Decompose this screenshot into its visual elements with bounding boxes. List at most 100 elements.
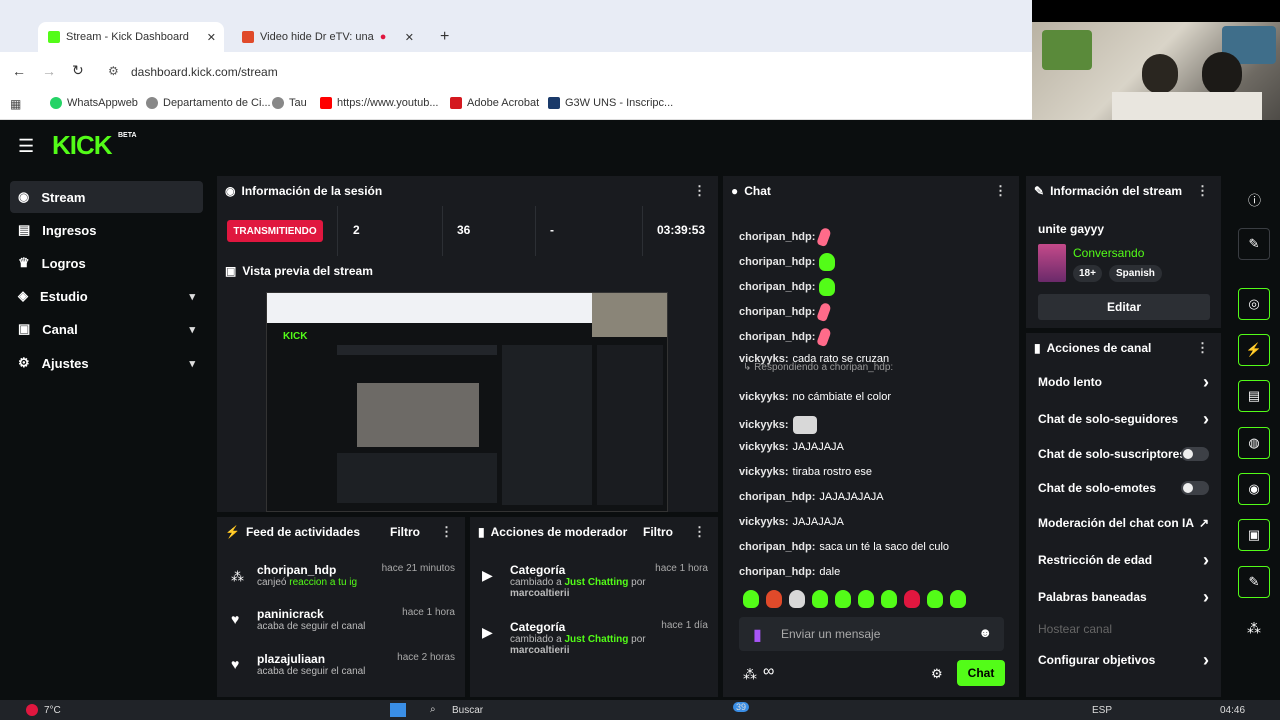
- emote-icon[interactable]: [927, 590, 943, 608]
- windows-start-icon[interactable]: [390, 703, 406, 717]
- sidebar-item-logros[interactable]: ♛ Logros: [10, 247, 203, 279]
- chat-username[interactable]: vickyyks:: [739, 419, 789, 431]
- reload-icon[interactable]: ↻: [72, 62, 84, 79]
- weather-temp[interactable]: 7°C: [44, 705, 61, 716]
- site-info-icon[interactable]: ⚙: [108, 64, 119, 78]
- emote-icon[interactable]: [858, 590, 874, 608]
- points-icon[interactable]: ⁂: [1247, 620, 1261, 637]
- apps-grid-icon[interactable]: ▦: [10, 97, 21, 111]
- back-icon[interactable]: ←: [12, 63, 26, 79]
- tab-video[interactable]: Video hide Dr eTV: una ● ✕: [232, 22, 422, 52]
- toggle-switch[interactable]: [1181, 447, 1209, 461]
- close-tab-icon[interactable]: ✕: [207, 31, 216, 44]
- lightning-icon[interactable]: ⚡: [1238, 334, 1270, 366]
- close-tab-icon[interactable]: ✕: [405, 31, 414, 44]
- emote-icon[interactable]: [904, 590, 920, 608]
- chat-username[interactable]: choripan_hdp:: [739, 256, 815, 268]
- chat-username[interactable]: choripan_hdp:: [739, 231, 815, 243]
- chat-username[interactable]: vickyyks:: [739, 466, 789, 478]
- toggle-switch[interactable]: [1181, 481, 1209, 495]
- mod-user[interactable]: marcoaltierii: [510, 645, 708, 656]
- bookmark-adobe[interactable]: Adobe Acrobat: [450, 97, 539, 109]
- bookmark-youtube[interactable]: https://www.youtub...: [320, 97, 439, 109]
- chat-settings-icon[interactable]: ⚙: [931, 666, 943, 682]
- microphone-icon[interactable]: ▮: [753, 625, 762, 645]
- chat-username[interactable]: choripan_hdp:: [739, 541, 815, 553]
- channel-action-4[interactable]: Moderación del chat con IA ↗: [1038, 516, 1209, 530]
- bookmark-label: Adobe Acrobat: [467, 97, 540, 109]
- more-options-icon[interactable]: ⋮: [693, 183, 706, 199]
- chat-username[interactable]: choripan_hdp:: [739, 306, 815, 318]
- video-icon[interactable]: ▣: [1238, 519, 1270, 551]
- new-tab-button[interactable]: +: [430, 22, 459, 52]
- filter-button[interactable]: Filtro: [390, 525, 420, 539]
- sidebar-item-canal[interactable]: ▣ Canal ▾: [10, 313, 203, 345]
- forward-icon[interactable]: →: [42, 63, 56, 79]
- more-options-icon[interactable]: ⋮: [1196, 340, 1209, 356]
- camera-icon[interactable]: ◎: [1238, 288, 1270, 320]
- taskbar-search[interactable]: Buscar: [452, 705, 483, 716]
- chat-input[interactable]: ▮ Enviar un mensaje ☻: [739, 617, 1004, 651]
- chat-bubble-icon: ●: [731, 184, 739, 198]
- info-icon[interactable]: ⓘ: [1248, 190, 1261, 209]
- category-name: Just Chatting: [564, 577, 629, 588]
- document-icon[interactable]: ▤: [1238, 380, 1270, 412]
- sidebar-item-ajustes[interactable]: ⚙ Ajustes ▾: [10, 347, 203, 379]
- more-options-icon[interactable]: ⋮: [693, 524, 706, 540]
- bookmark-g3w[interactable]: G3W UNS - Inscripc...: [548, 97, 673, 109]
- channel-action-label: Moderación del chat con IA: [1038, 516, 1195, 530]
- clock[interactable]: 04:46: [1220, 705, 1245, 716]
- bookmark-tau[interactable]: Tau: [272, 97, 307, 109]
- menu-icon[interactable]: ☰: [18, 136, 34, 157]
- language-indicator[interactable]: ESP: [1092, 705, 1112, 716]
- wrench-icon[interactable]: ✎: [1238, 566, 1270, 598]
- mod-user[interactable]: marcoaltierii: [510, 588, 708, 599]
- chat-username[interactable]: choripan_hdp:: [739, 331, 815, 343]
- channel-action-0[interactable]: Modo lento ›: [1038, 372, 1209, 392]
- more-options-icon[interactable]: ⋮: [440, 524, 453, 540]
- edit-button[interactable]: Editar: [1038, 294, 1210, 320]
- emote-icon[interactable]: [743, 590, 759, 608]
- bookmark-whatsapp[interactable]: WhatsAppweb: [50, 97, 138, 109]
- channel-action-5[interactable]: Restricción de edad ›: [1038, 550, 1209, 570]
- emoji-icon[interactable]: ☻: [978, 625, 992, 640]
- more-options-icon[interactable]: ⋮: [1196, 183, 1209, 199]
- emote-icon[interactable]: [881, 590, 897, 608]
- chat-username[interactable]: choripan_hdp:: [739, 566, 815, 578]
- chat-username[interactable]: vickyyks:: [739, 516, 789, 528]
- chat-messages: choripan_hdp: choripan_hdp: choripan_hdp: c…: [723, 206, 1019, 586]
- channel-action-3[interactable]: Chat de solo-emotes: [1038, 481, 1209, 495]
- feed-text: acaba de seguir el canal: [257, 666, 366, 677]
- sidebar-item-stream[interactable]: ◉ Stream: [10, 181, 203, 213]
- broadcast-icon[interactable]: ◉: [1238, 473, 1270, 505]
- emote-icon[interactable]: [766, 590, 782, 608]
- sidebar-item-ingresos[interactable]: ▤ Ingresos: [10, 214, 203, 246]
- chat-username[interactable]: choripan_hdp:: [739, 281, 815, 293]
- bookmark-departamento[interactable]: Departamento de Ci...: [146, 97, 271, 109]
- send-chat-button[interactable]: Chat: [957, 660, 1005, 686]
- chat-username[interactable]: vickyyks:: [739, 391, 789, 403]
- chat-icon[interactable]: ◍: [1238, 427, 1270, 459]
- divider: [535, 206, 536, 258]
- tab-kick-dashboard[interactable]: Stream - Kick Dashboard ✕: [38, 22, 224, 52]
- channel-action-8[interactable]: Configurar objetivos ›: [1038, 650, 1209, 670]
- emote-icon[interactable]: [812, 590, 828, 608]
- channel-action-2[interactable]: Chat de solo-suscriptores: [1038, 447, 1209, 461]
- url-field[interactable]: dashboard.kick.com/stream: [131, 65, 278, 79]
- category-name[interactable]: Conversando: [1073, 246, 1144, 260]
- more-options-icon[interactable]: ⋮: [994, 183, 1007, 199]
- edit-icon[interactable]: ✎: [1238, 228, 1270, 260]
- channel-action-6[interactable]: Palabras baneadas ›: [1038, 587, 1209, 607]
- emote-icon[interactable]: [950, 590, 966, 608]
- chat-username[interactable]: choripan_hdp:: [739, 491, 815, 503]
- stream-preview-video[interactable]: KICK: [266, 292, 668, 512]
- points-icon[interactable]: ⁂: [743, 666, 757, 683]
- emote-icon[interactable]: [789, 590, 805, 608]
- emote-icon[interactable]: [835, 590, 851, 608]
- channel-action-1[interactable]: Chat de solo-seguidores ›: [1038, 409, 1209, 429]
- chat-username[interactable]: vickyyks:: [739, 441, 789, 453]
- sidebar-item-estudio[interactable]: ◈ Estudio ▾: [10, 280, 203, 312]
- kick-logo[interactable]: KICK: [52, 130, 113, 161]
- filter-button[interactable]: Filtro: [643, 525, 673, 539]
- channel-action-7[interactable]: Hostear canal: [1038, 622, 1209, 636]
